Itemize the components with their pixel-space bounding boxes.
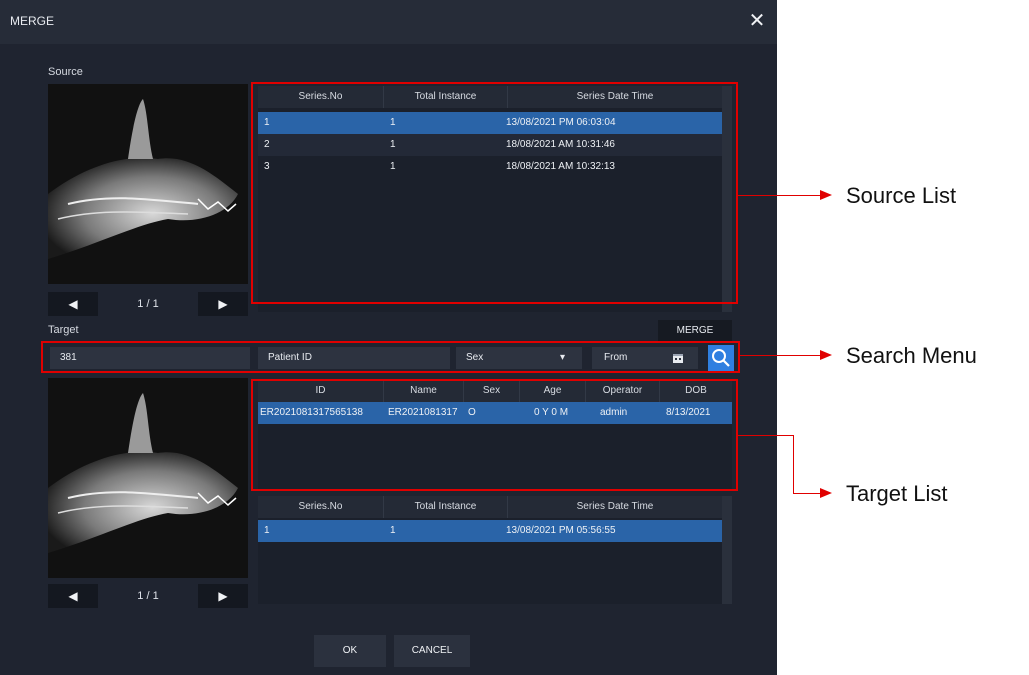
- target-next-page-button[interactable]: ▶: [198, 584, 248, 608]
- target-series-scrollbar[interactable]: [722, 496, 732, 604]
- target-prev-page-button[interactable]: ◀: [48, 584, 98, 608]
- total-instance-cell: 1: [390, 525, 396, 536]
- target-list-callout-line-1: [738, 435, 794, 436]
- column-header[interactable]: Series.No: [258, 496, 384, 518]
- column-header[interactable]: Total Instance: [384, 496, 508, 518]
- dog-skull-xray-image: [48, 84, 248, 284]
- source-xray-thumbnail: [48, 84, 248, 284]
- series-datetime-cell: 13/08/2021 PM 05:56:55: [506, 525, 616, 536]
- source-list-callout-line: [738, 195, 820, 196]
- search-menu-callout-line: [740, 355, 820, 356]
- source-page-indicator: 1 / 1: [137, 298, 159, 310]
- dog-skull-xray-image: [48, 378, 248, 578]
- source-next-page-button[interactable]: ▶: [198, 292, 248, 316]
- search-menu-arrowhead: [820, 350, 832, 360]
- table-row[interactable]: 1 1 13/08/2021 PM 05:56:55: [258, 520, 722, 542]
- source-list-callout: Source List: [846, 183, 957, 208]
- target-list-callout-line-3: [793, 493, 820, 494]
- source-pager: ◀ 1 / 1 ▶: [48, 292, 248, 316]
- series-no-cell: 1: [264, 525, 270, 536]
- source-prev-page-button[interactable]: ◀: [48, 292, 98, 316]
- target-list-callout-line-2: [793, 435, 794, 494]
- cancel-button[interactable]: CANCEL: [394, 635, 470, 667]
- target-page-indicator: 1 / 1: [137, 590, 159, 602]
- source-label: Source: [48, 66, 83, 78]
- ok-button[interactable]: OK: [314, 635, 386, 667]
- close-icon[interactable]: ✕: [746, 10, 768, 32]
- target-list-highlight: [251, 379, 738, 491]
- title-bar: MERGE ✕: [0, 0, 777, 44]
- target-series-table: Series.No Total Instance Series Date Tim…: [258, 496, 732, 604]
- search-menu-callout: Search Menu: [846, 343, 977, 368]
- column-header[interactable]: Series Date Time: [508, 496, 722, 518]
- source-list-arrowhead: [820, 190, 832, 200]
- merge-button[interactable]: MERGE: [658, 320, 732, 342]
- source-list-highlight: [251, 82, 738, 304]
- target-list-arrowhead: [820, 488, 832, 498]
- target-list-callout: Target List: [846, 481, 948, 506]
- target-pager: ◀ 1 / 1 ▶: [48, 584, 248, 608]
- target-series-header: Series.No Total Instance Series Date Tim…: [258, 496, 722, 518]
- target-label: Target: [48, 324, 79, 336]
- target-xray-thumbnail: [48, 378, 248, 578]
- dialog-title: MERGE: [10, 14, 55, 28]
- search-menu-highlight: [41, 341, 740, 373]
